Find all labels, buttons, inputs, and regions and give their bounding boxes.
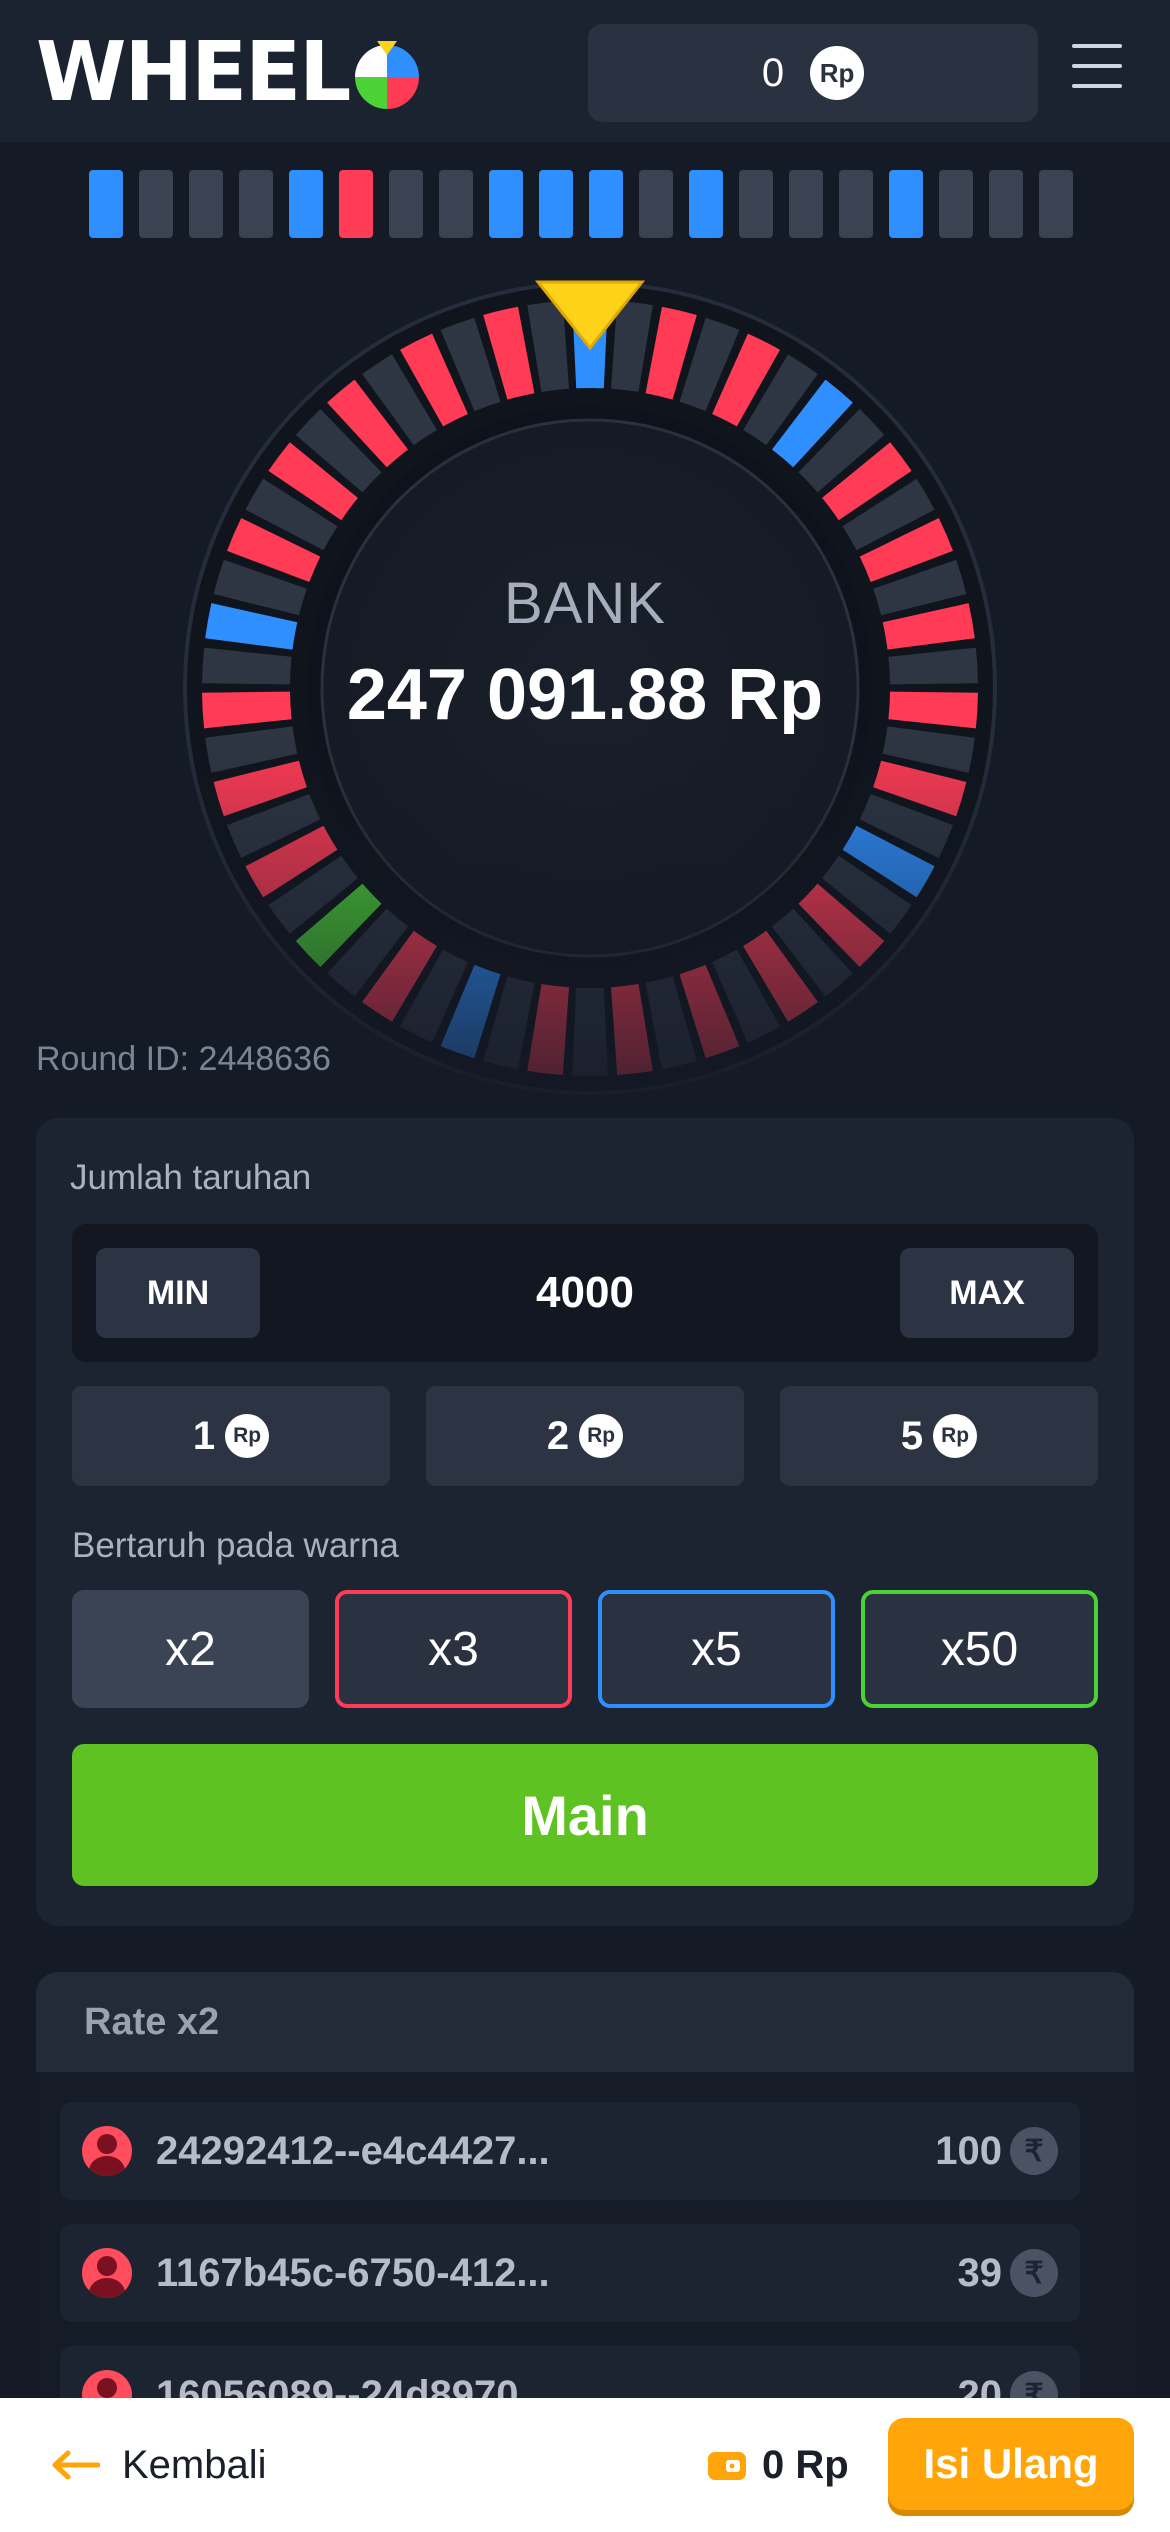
- hamburger-menu-icon[interactable]: [1072, 44, 1122, 88]
- logo-wheel-icon: [355, 41, 420, 109]
- history-bar-blue: [489, 170, 523, 238]
- back-button[interactable]: Kembali: [50, 2398, 267, 2532]
- rate-amount: 39: [957, 2250, 1003, 2295]
- history-bar-gray: [989, 170, 1023, 238]
- history-bar-gray: [189, 170, 223, 238]
- app-header: WHEEL 0 Rp: [0, 0, 1170, 142]
- quick-amount-value: 2: [546, 1413, 570, 1458]
- round-id: Round ID: 2448636: [36, 1040, 331, 1078]
- history-bar-blue: [289, 170, 323, 238]
- quick-amount-button[interactable]: 2 Rp: [426, 1386, 744, 1486]
- history-bar-blue: [539, 170, 573, 238]
- arrow-left-icon: [52, 2450, 100, 2480]
- quick-amount-row: 1 Rp 2 Rp 5 Rp: [72, 1386, 1098, 1486]
- multiplier-x5-button[interactable]: x5: [598, 1590, 835, 1708]
- rate-row: 24292412--e4c4427... 100 ₹: [60, 2102, 1080, 2200]
- history-bar-gray: [939, 170, 973, 238]
- balance-value: 0: [761, 50, 785, 95]
- bottom-bar: Kembali 0 Rp Isi Ulang: [0, 2398, 1170, 2532]
- history-bar-gray: [439, 170, 473, 238]
- bet-panel: Jumlah taruhan 4000 MIN MAX 1 Rp 2 Rp 5 …: [36, 1118, 1134, 1926]
- rupiah-coin-icon: Rp: [933, 1414, 978, 1458]
- history-bar-gray: [1039, 170, 1073, 238]
- history-bar-blue: [689, 170, 723, 238]
- bet-amount-label: Jumlah taruhan: [70, 1158, 312, 1197]
- wallet-balance: 0 Rp: [706, 2398, 849, 2532]
- color-multiplier-row: x2 x3 x5 x50: [72, 1590, 1098, 1708]
- rupiah-coin-icon: Rp: [579, 1414, 624, 1458]
- rate-amount: 100: [935, 2128, 1002, 2173]
- min-button[interactable]: MIN: [96, 1248, 260, 1338]
- multiplier-x50-button[interactable]: x50: [861, 1590, 1098, 1708]
- rupiah-coin-icon: Rp: [225, 1414, 270, 1458]
- history-bar-gray: [239, 170, 273, 238]
- user-avatar-icon: [82, 2248, 132, 2298]
- topup-button[interactable]: Isi Ulang: [888, 2418, 1134, 2510]
- bet-amount-field: 4000 MIN MAX: [72, 1224, 1098, 1362]
- rupee-coin-icon: ₹: [1010, 2249, 1058, 2297]
- rate-user-name: 1167b45c-6750-412...: [156, 2250, 550, 2295]
- quick-amount-button[interactable]: 1 Rp: [72, 1386, 390, 1486]
- back-label: Kembali: [122, 2442, 267, 2487]
- play-button[interactable]: Main: [72, 1744, 1098, 1886]
- result-history: [89, 170, 1073, 238]
- quick-amount-value: 5: [900, 1413, 924, 1458]
- bet-color-label: Bertaruh pada warna: [72, 1526, 399, 1565]
- user-avatar-icon: [82, 2126, 132, 2176]
- history-bar-blue: [589, 170, 623, 238]
- header-balance[interactable]: 0 Rp: [588, 24, 1038, 122]
- rupiah-coin-icon: Rp: [810, 46, 865, 100]
- wallet-icon: [708, 2452, 746, 2480]
- history-bar-gray: [139, 170, 173, 238]
- quick-amount-value: 1: [192, 1413, 216, 1458]
- history-bar-blue: [89, 170, 123, 238]
- max-button[interactable]: MAX: [900, 1248, 1074, 1338]
- history-bar-gray: [739, 170, 773, 238]
- rate-row: 1167b45c-6750-412... 39 ₹: [60, 2224, 1080, 2322]
- history-bar-gray: [639, 170, 673, 238]
- bank-value: 247 091.88 Rp: [346, 655, 824, 735]
- wheel-logo: WHEEL: [36, 30, 423, 116]
- rate-title: Rate x2: [36, 1972, 1134, 2072]
- multiplier-x3-button[interactable]: x3: [335, 1590, 572, 1708]
- history-bar-blue: [889, 170, 923, 238]
- quick-amount-button[interactable]: 5 Rp: [780, 1386, 1098, 1486]
- history-bar-gray: [789, 170, 823, 238]
- wallet-value: 0 Rp: [762, 2442, 849, 2487]
- logo-text: WHEEL: [36, 25, 351, 120]
- rupee-coin-icon: ₹: [1010, 2127, 1058, 2175]
- history-bar-gray: [839, 170, 873, 238]
- rate-user-name: 24292412--e4c4427...: [156, 2128, 550, 2173]
- bank-label: BANK: [504, 571, 666, 636]
- multiplier-x2-button[interactable]: x2: [72, 1590, 309, 1708]
- history-bar-gray: [389, 170, 423, 238]
- history-bar-red: [339, 170, 373, 238]
